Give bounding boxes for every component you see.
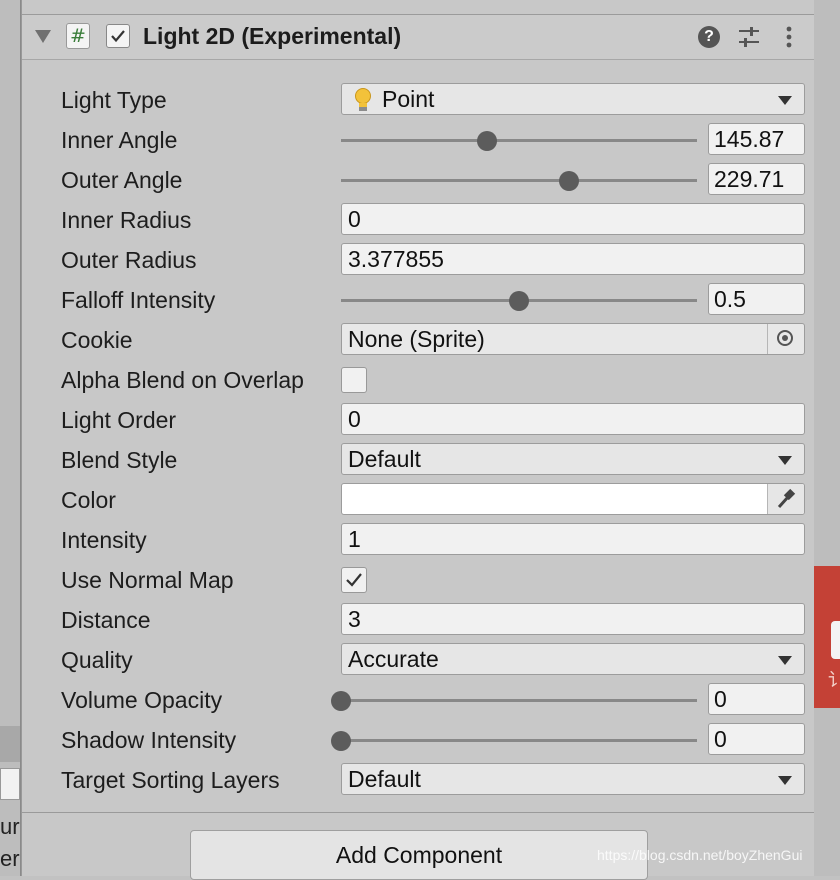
kebab-menu-icon[interactable]	[783, 25, 807, 49]
outer-radius-input[interactable]: 3.377855	[341, 243, 805, 275]
blend-style-label: Blend Style	[61, 447, 178, 473]
chevron-down-icon	[778, 656, 792, 665]
intensity-input[interactable]: 1	[341, 523, 805, 555]
outer-angle-label: Outer Angle	[61, 167, 183, 193]
light-type-label: Light Type	[61, 87, 167, 113]
component-title: Light 2D (Experimental)	[143, 23, 402, 49]
inner-radius-input[interactable]: 0	[341, 203, 805, 235]
cookie-value: None (Sprite)	[348, 326, 485, 352]
color-label: Color	[61, 487, 116, 513]
chevron-down-icon	[778, 776, 792, 785]
cookie-object-field[interactable]: None (Sprite)	[341, 323, 805, 355]
script-icon: #	[66, 23, 90, 49]
target-sorting-layers-dropdown[interactable]: Default	[341, 763, 805, 795]
right-background-panel: 讠	[813, 0, 840, 876]
target-sorting-layers-value: Default	[348, 766, 421, 792]
inner-radius-label: Inner Radius	[61, 207, 192, 233]
outer-angle-slider-thumb[interactable]	[558, 171, 579, 191]
distance-label: Distance	[61, 607, 151, 633]
blend-style-dropdown[interactable]: Default	[341, 443, 805, 475]
falloff-intensity-label: Falloff Intensity	[61, 287, 216, 313]
checkmark-icon	[111, 30, 125, 43]
dialog-text-fragment: 讠	[828, 670, 840, 690]
inspector-panel: # Light 2D (Experimental) ? Light Type P…	[21, 0, 814, 880]
quality-dropdown[interactable]: Accurate	[341, 643, 805, 675]
falloff-intensity-input[interactable]: 0.5	[708, 283, 805, 315]
footer-divider	[22, 812, 814, 813]
volume-opacity-slider[interactable]	[331, 691, 697, 711]
distance-input[interactable]: 3	[341, 603, 805, 635]
falloff-intensity-slider-thumb[interactable]	[509, 291, 529, 311]
left-panel-text-2: er	[0, 846, 20, 871]
add-component-button[interactable]: Add Component	[190, 830, 648, 880]
left-panel-tab[interactable]	[0, 726, 20, 762]
help-icon[interactable]: ?	[698, 26, 720, 48]
shadow-intensity-label: Shadow Intensity	[61, 727, 237, 753]
component-enabled-checkbox[interactable]	[106, 24, 130, 48]
shadow-intensity-input[interactable]: 0	[708, 723, 805, 755]
watermark-text: https://blog.csdn.net/boyZhenGui	[597, 847, 803, 863]
outer-angle-input[interactable]: 229.71	[708, 163, 805, 195]
quality-value: Accurate	[348, 646, 439, 672]
color-field[interactable]	[341, 483, 805, 515]
quality-label: Quality	[61, 647, 133, 673]
background-red-dialog: 讠	[813, 566, 840, 708]
foldout-arrow-icon[interactable]	[35, 30, 51, 43]
presets-icon[interactable]	[737, 25, 761, 49]
blend-style-value: Default	[348, 446, 421, 472]
chevron-down-icon	[778, 456, 792, 465]
volume-opacity-slider-thumb[interactable]	[331, 691, 351, 711]
dialog-button-edge[interactable]	[831, 621, 840, 659]
eyedropper-icon[interactable]	[767, 484, 804, 514]
volume-opacity-label: Volume Opacity	[61, 687, 223, 713]
left-background-panel: ure er	[0, 0, 21, 876]
lightbulb-icon	[355, 88, 371, 111]
shadow-intensity-slider-thumb[interactable]	[331, 731, 351, 751]
shadow-intensity-slider[interactable]	[331, 731, 697, 751]
alpha-blend-checkbox[interactable]	[341, 367, 367, 393]
use-normal-map-checkbox[interactable]	[341, 567, 367, 593]
inner-angle-slider-thumb[interactable]	[476, 131, 497, 151]
use-normal-map-label: Use Normal Map	[61, 567, 234, 593]
outer-angle-slider[interactable]	[341, 171, 697, 191]
inner-angle-label: Inner Angle	[61, 127, 178, 153]
outer-radius-label: Outer Radius	[61, 247, 197, 273]
target-sorting-layers-label: Target Sorting Layers	[61, 767, 280, 793]
chevron-down-icon	[778, 96, 792, 105]
left-panel-field[interactable]	[0, 768, 20, 800]
component-header[interactable]: # Light 2D (Experimental) ?	[22, 15, 814, 60]
falloff-intensity-slider[interactable]	[341, 291, 697, 311]
light-order-label: Light Order	[61, 407, 177, 433]
inner-angle-slider[interactable]	[341, 131, 697, 151]
intensity-label: Intensity	[61, 527, 147, 553]
inner-angle-input[interactable]: 145.87	[708, 123, 805, 155]
cookie-label: Cookie	[61, 327, 133, 353]
light-type-value: Point	[382, 86, 435, 112]
left-panel-text-1: ure	[0, 814, 20, 839]
light-type-dropdown[interactable]: Point	[341, 83, 805, 115]
volume-opacity-input[interactable]: 0	[708, 683, 805, 715]
light-order-input[interactable]: 0	[341, 403, 805, 435]
object-picker-icon[interactable]	[767, 324, 804, 354]
checkmark-icon	[346, 573, 362, 587]
alpha-blend-label: Alpha Blend on Overlap	[61, 367, 304, 393]
